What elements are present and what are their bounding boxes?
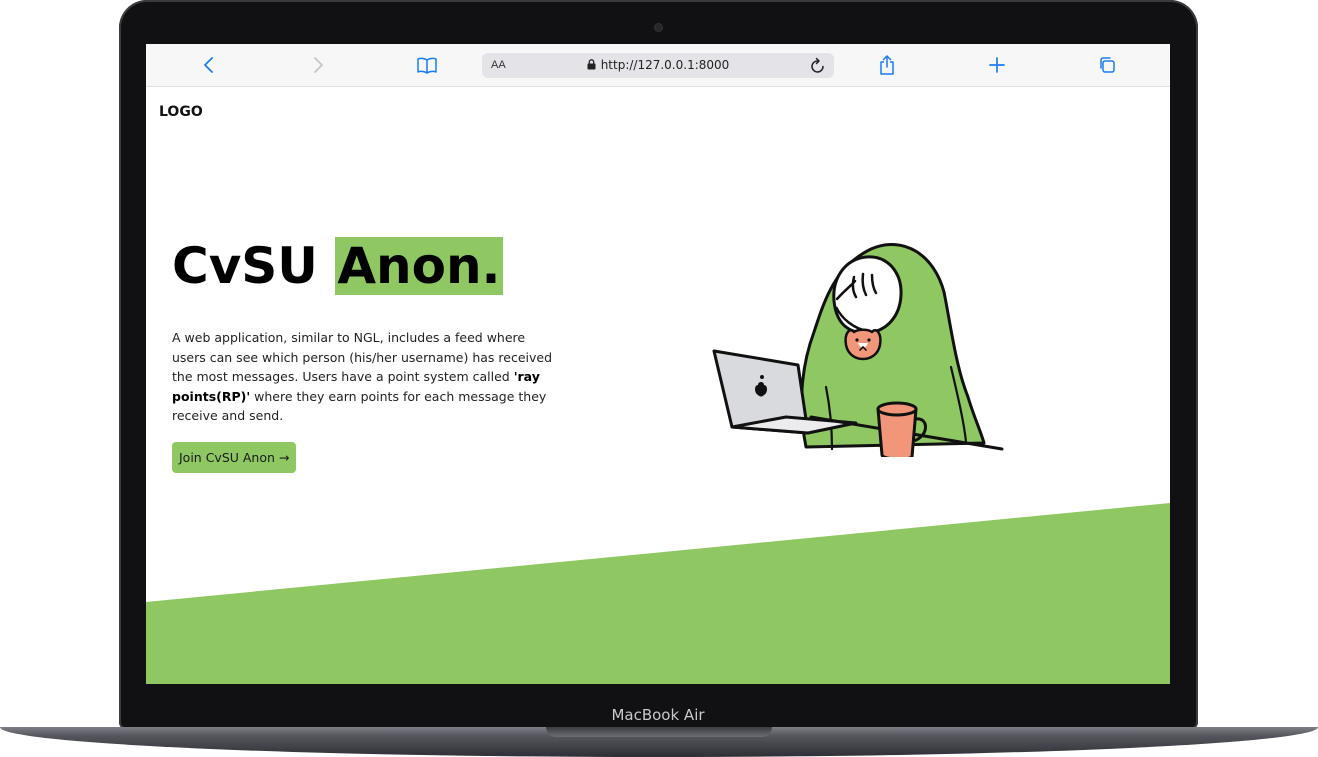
address-bar[interactable]: AA http://127.0.0.1:8000 (482, 53, 834, 78)
new-tab-icon[interactable] (984, 52, 1010, 78)
hero-title-plain: CvSU (172, 237, 336, 295)
forward-icon[interactable] (305, 52, 331, 78)
join-button[interactable]: Join CvSU Anon → (172, 442, 297, 473)
hero-title-highlight: Anon. (335, 237, 503, 295)
tabs-icon[interactable] (1094, 52, 1120, 78)
screen: AA http://127.0.0.1:8000 LOGO CvSU Anon.… (146, 44, 1170, 684)
browser-toolbar: AA http://127.0.0.1:8000 (146, 44, 1170, 87)
site-logo[interactable]: LOGO (159, 104, 203, 120)
bookmarks-icon[interactable] (414, 52, 440, 78)
url-text: http://127.0.0.1:8000 (600, 58, 730, 72)
person-with-laptop-illustration (712, 243, 1004, 457)
laptop-notch (546, 727, 772, 737)
reload-icon[interactable] (810, 57, 826, 79)
web-page: LOGO CvSU Anon. A web application, simil… (146, 87, 1170, 684)
description-text: A web application, similar to NGL, inclu… (172, 330, 552, 384)
laptop-mockup: MacBook Air AA http://127.0.0.1:8000 LOG… (0, 0, 1318, 757)
hero-title: CvSU Anon. (172, 235, 503, 297)
share-icon[interactable] (874, 52, 900, 78)
lock-icon (587, 54, 596, 79)
hero-description: A web application, similar to NGL, inclu… (172, 328, 557, 426)
webcam (655, 24, 662, 31)
back-icon[interactable] (196, 52, 222, 78)
device-label: MacBook Air (611, 706, 705, 724)
